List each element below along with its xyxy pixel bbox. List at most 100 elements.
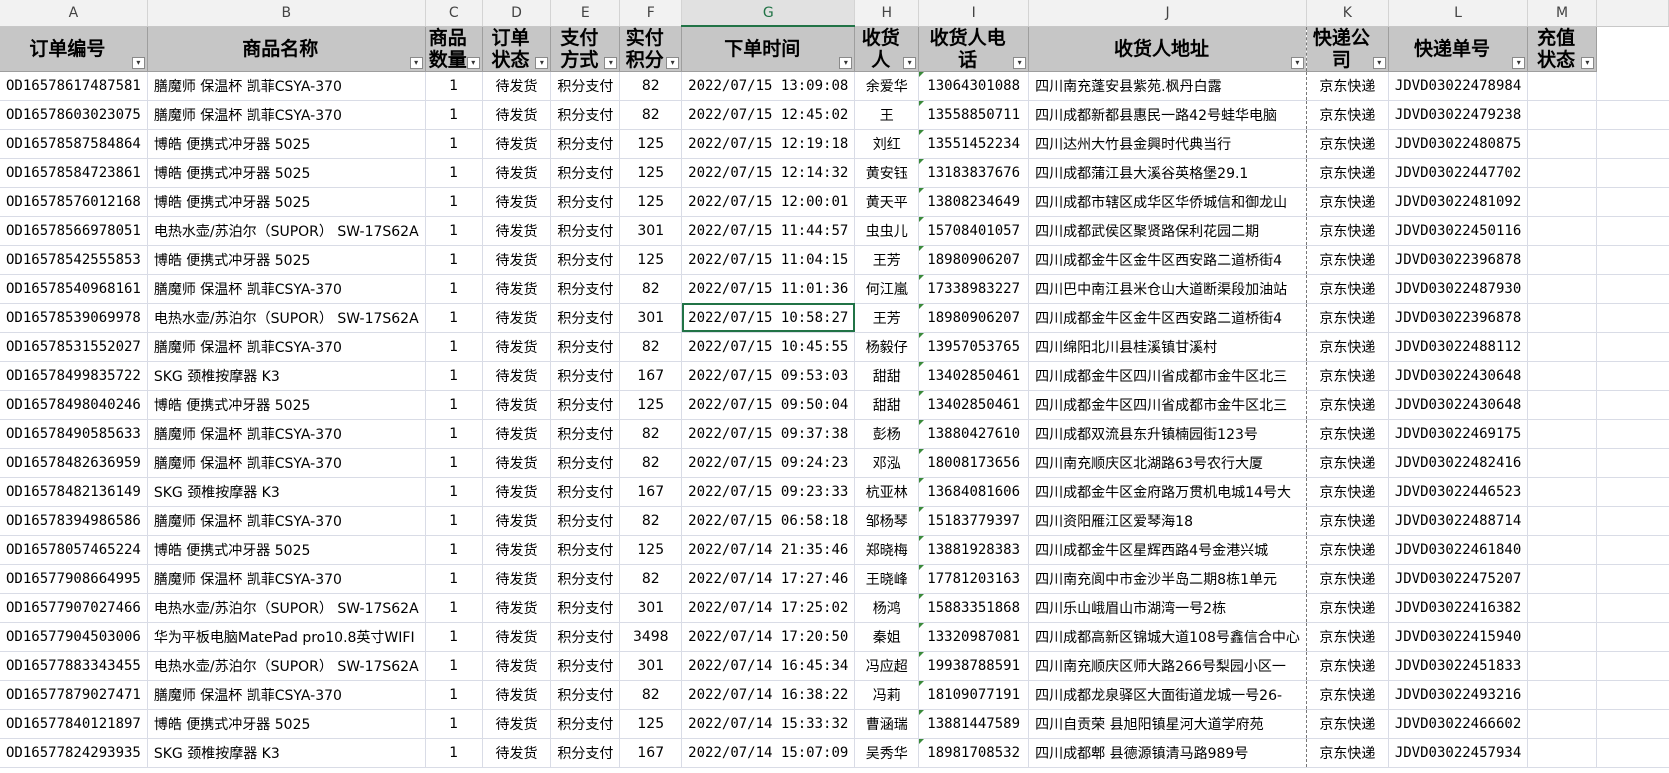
- table-cell[interactable]: 膳魔师 保温杯 凯菲CSYA-370: [147, 332, 426, 362]
- table-cell[interactable]: 积分支付: [550, 564, 621, 594]
- table-cell[interactable]: 1: [425, 71, 483, 101]
- table-cell[interactable]: 四川成都金牛区四川省成都市金牛区北三: [1028, 390, 1307, 420]
- filter-dropdown-icon[interactable]: ▾: [131, 56, 145, 69]
- table-cell[interactable]: 待发货: [482, 187, 552, 217]
- empty-cell[interactable]: [1596, 535, 1669, 565]
- filter-dropdown-icon[interactable]: ▾: [604, 56, 618, 69]
- table-cell[interactable]: 17781203163: [918, 564, 1030, 594]
- table-cell[interactable]: JDVD03022479238: [1388, 100, 1529, 130]
- table-cell[interactable]: 积分支付: [550, 71, 621, 101]
- table-cell[interactable]: [1527, 738, 1597, 768]
- empty-cell[interactable]: [1596, 709, 1669, 739]
- table-cell[interactable]: 积分支付: [550, 187, 621, 217]
- table-cell[interactable]: 167: [619, 361, 683, 391]
- table-cell[interactable]: JDVD03022488112: [1388, 332, 1529, 362]
- table-cell[interactable]: 待发货: [482, 564, 552, 594]
- table-cell[interactable]: 2022/07/14 15:33:32: [681, 709, 856, 739]
- table-cell[interactable]: 积分支付: [550, 622, 621, 652]
- empty-cell[interactable]: [1596, 216, 1669, 246]
- table-cell[interactable]: 京东快递: [1306, 100, 1389, 130]
- empty-cell[interactable]: [1596, 593, 1669, 623]
- table-cell[interactable]: 13684081606: [918, 477, 1030, 507]
- table-cell[interactable]: 待发货: [482, 129, 552, 159]
- table-cell[interactable]: 积分支付: [550, 448, 621, 478]
- table-cell[interactable]: JDVD03022430648: [1388, 390, 1529, 420]
- table-cell[interactable]: 京东快递: [1306, 448, 1389, 478]
- table-cell[interactable]: 2022/07/14 17:27:46: [681, 564, 856, 594]
- header-cell[interactable]: 充值状态 ▾: [1527, 26, 1597, 72]
- table-cell[interactable]: 13808234649: [918, 187, 1030, 217]
- table-cell[interactable]: OD16578498040246: [0, 390, 148, 420]
- table-cell[interactable]: 2022/07/15 09:53:03: [681, 361, 856, 391]
- empty-cell[interactable]: [1596, 361, 1669, 391]
- table-cell[interactable]: 膳魔师 保温杯 凯菲CSYA-370: [147, 448, 426, 478]
- table-cell[interactable]: [1527, 419, 1597, 449]
- filter-dropdown-icon[interactable]: ▾: [1013, 56, 1027, 69]
- empty-cell[interactable]: [1596, 274, 1669, 304]
- table-cell[interactable]: 82: [619, 680, 683, 710]
- table-cell[interactable]: 京东快递: [1306, 477, 1389, 507]
- table-cell[interactable]: 四川成都金牛区星辉西路4号金港兴城: [1028, 535, 1307, 565]
- table-cell[interactable]: 四川绵阳北川县桂溪镇甘溪村: [1028, 332, 1307, 362]
- table-cell[interactable]: 四川成都金牛区金牛区西安路二道桥街4: [1028, 245, 1307, 275]
- table-cell[interactable]: 邓泓: [854, 448, 920, 478]
- table-cell[interactable]: 积分支付: [550, 245, 621, 275]
- table-cell[interactable]: 京东快递: [1306, 680, 1389, 710]
- table-cell[interactable]: 彭杨: [854, 419, 920, 449]
- table-cell[interactable]: OD16578617487581: [0, 71, 148, 101]
- table-cell[interactable]: OD16578490585633: [0, 419, 148, 449]
- column-header-j[interactable]: J: [1028, 0, 1307, 27]
- table-cell[interactable]: 待发货: [482, 216, 552, 246]
- table-cell[interactable]: JDVD03022446523: [1388, 477, 1529, 507]
- table-cell[interactable]: 博皓 便携式冲牙器 5025: [147, 129, 426, 159]
- table-cell[interactable]: 待发货: [482, 505, 552, 536]
- table-cell[interactable]: 1: [425, 158, 483, 188]
- table-cell[interactable]: 13320987081: [918, 622, 1030, 652]
- table-cell[interactable]: 17338983227: [918, 274, 1030, 304]
- table-cell[interactable]: OD16578566978051: [0, 216, 148, 246]
- table-cell[interactable]: 何江嵐: [854, 274, 920, 304]
- column-header-i[interactable]: I: [918, 0, 1030, 27]
- table-cell[interactable]: 2022/07/15 12:00:01: [681, 187, 856, 217]
- table-cell[interactable]: 京东快递: [1306, 332, 1389, 362]
- table-cell[interactable]: 13402850461: [918, 390, 1030, 420]
- filter-dropdown-icon[interactable]: ▾: [535, 56, 549, 69]
- table-cell[interactable]: 积分支付: [550, 129, 621, 159]
- table-cell[interactable]: 积分支付: [550, 100, 621, 130]
- table-cell[interactable]: 四川成都龙泉驿区大面街道龙城一号26-: [1028, 680, 1307, 710]
- table-cell[interactable]: 四川南充蓬安县紫苑.枫丹白露: [1028, 71, 1307, 101]
- empty-cell[interactable]: [1596, 419, 1669, 449]
- table-cell[interactable]: 四川南充顺庆区北湖路63号农行大厦: [1028, 448, 1307, 478]
- table-cell[interactable]: 虫虫儿: [854, 216, 920, 246]
- header-cell[interactable]: 快递单号 ▾: [1388, 26, 1529, 72]
- table-cell[interactable]: 京东快递: [1306, 245, 1389, 275]
- header-cell[interactable]: 下单时间 ▾: [681, 26, 856, 72]
- table-cell[interactable]: 邹杨琴: [854, 505, 920, 536]
- column-header-m[interactable]: M: [1527, 0, 1597, 27]
- column-header-h[interactable]: H: [854, 0, 920, 27]
- table-cell[interactable]: 积分支付: [550, 419, 621, 449]
- table-cell[interactable]: 82: [619, 419, 683, 449]
- table-cell[interactable]: 待发货: [482, 477, 552, 507]
- table-cell[interactable]: 82: [619, 100, 683, 130]
- column-header-e[interactable]: E: [550, 0, 621, 27]
- filter-dropdown-icon[interactable]: ▾: [666, 56, 680, 69]
- table-cell[interactable]: 膳魔师 保温杯 凯菲CSYA-370: [147, 100, 426, 130]
- table-cell[interactable]: [1527, 535, 1597, 565]
- table-cell[interactable]: [1527, 651, 1597, 681]
- table-cell[interactable]: 四川成都高新区锦城大道108号鑫信合中心: [1028, 622, 1307, 652]
- table-cell[interactable]: [1527, 274, 1597, 304]
- table-cell[interactable]: 2022/07/15 11:44:57: [681, 216, 856, 246]
- empty-cell[interactable]: [1596, 505, 1669, 536]
- table-cell[interactable]: 博皓 便携式冲牙器 5025: [147, 187, 426, 217]
- table-cell[interactable]: JDVD03022481092: [1388, 187, 1529, 217]
- table-cell[interactable]: 博皓 便携式冲牙器 5025: [147, 709, 426, 739]
- table-cell[interactable]: 京东快递: [1306, 738, 1389, 768]
- table-cell[interactable]: 积分支付: [550, 505, 621, 536]
- table-cell[interactable]: 京东快递: [1306, 564, 1389, 594]
- filter-dropdown-icon[interactable]: ▾: [903, 56, 917, 69]
- table-cell[interactable]: 曹涵瑞: [854, 709, 920, 739]
- table-cell[interactable]: [1527, 390, 1597, 420]
- table-cell[interactable]: 82: [619, 448, 683, 478]
- table-cell[interactable]: 待发货: [482, 535, 552, 565]
